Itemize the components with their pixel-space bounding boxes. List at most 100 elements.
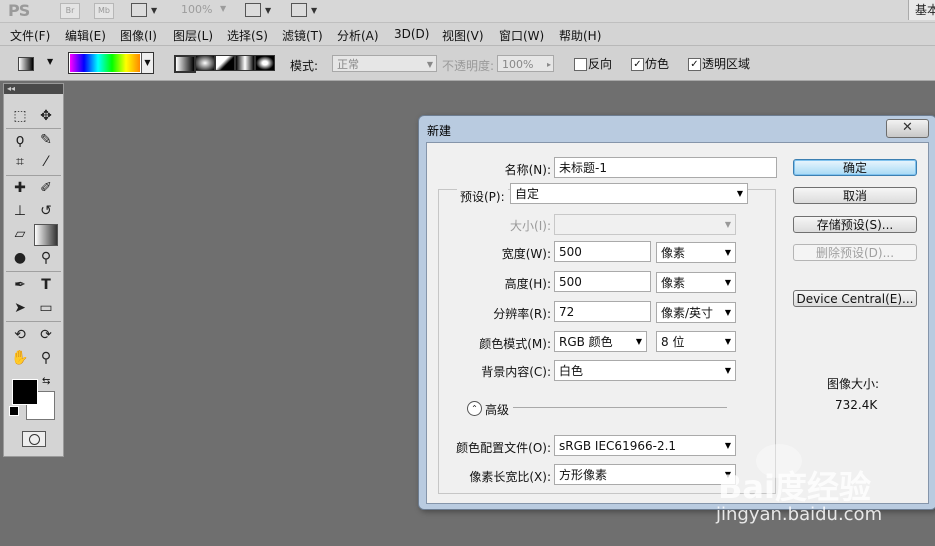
type-tool-icon[interactable]: T [36,275,56,295]
resolution-label: 分辨率(R): [493,307,551,321]
delete-preset-button[interactable]: 删除预设(D)... [793,244,917,261]
cancel-button[interactable]: 取消 [793,187,917,204]
gradient-picker[interactable]: ▼ [68,52,154,74]
color-mode-label: 颜色模式(M): [479,337,551,351]
dodge-tool-icon[interactable]: ⚲ [36,248,56,268]
chevron-down-icon: ▼ [724,337,731,346]
opacity-slider-icon[interactable]: ▸ [547,56,551,73]
chevron-down-icon: ▼ [724,366,731,375]
reverse-checkbox[interactable] [574,58,587,71]
menu-window[interactable]: 窗口(W) [499,27,544,44]
clone-stamp-tool-icon[interactable]: ⊥ [10,201,30,221]
path-selection-tool-icon[interactable]: ➤ [10,298,30,318]
arrange-documents-button[interactable]: ▼ [245,3,271,17]
watermark-logo-text: Bai度经验 [718,468,871,506]
width-unit-select[interactable]: 像素 ▼ [656,242,736,263]
screen-mode-button[interactable]: ▼ [291,3,317,17]
menu-bar: 文件(F) 编辑(E) 图像(I) 图层(L) 选择(S) 滤镜(T) 分析(A… [0,23,935,46]
menu-3d[interactable]: 3D(D) [394,27,429,41]
resolution-unit-select[interactable]: 像素/英寸 ▼ [656,302,736,323]
advanced-divider [513,407,727,408]
pixel-aspect-ratio-select[interactable]: 方形像素 ▼ [554,464,736,485]
default-colors-icon[interactable] [9,406,19,416]
marquee-tool-icon[interactable]: ⬚ [10,106,30,126]
gradient-dropdown-icon[interactable]: ▼ [141,53,153,73]
radial-gradient-button[interactable] [195,55,215,71]
pen-tool-icon[interactable]: ✒ [10,275,30,295]
opacity-label: 不透明度: [442,59,495,73]
color-profile-value: sRGB IEC61966-2.1 [559,439,677,453]
color-mode-select[interactable]: RGB 颜色 ▼ [554,331,647,352]
view-extras-button[interactable]: ▼ [131,3,157,17]
device-central-button[interactable]: Device Central(E)... [793,290,917,307]
menu-file[interactable]: 文件(F) [10,27,50,44]
lasso-tool-icon[interactable]: ϙ [10,130,30,150]
gradient-tool-icon[interactable] [34,224,58,246]
toolbox-collapse-icon[interactable]: ◂◂ [4,84,63,94]
color-profile-select[interactable]: sRGB IEC61966-2.1 ▼ [554,435,736,456]
menu-select[interactable]: 选择(S) [227,27,268,44]
linear-gradient-button[interactable] [174,55,196,73]
3d-orbit-tool-icon[interactable]: ⟳ [36,325,56,345]
eyedropper-tool-icon[interactable]: ⁄ [36,152,56,172]
watermark: Bai度经验 jingyan.baidu.com [716,442,926,532]
preset-select[interactable]: 自定 ▼ [510,183,748,204]
move-tool-icon[interactable]: ✥ [36,106,56,126]
menu-layer[interactable]: 图层(L) [173,27,213,44]
width-input[interactable]: 500 [554,241,651,262]
size-select[interactable]: ▼ [554,214,736,235]
resolution-unit-value: 像素/英寸 [661,306,714,320]
size-label: 大小(I): [510,219,551,233]
zoom-tool-icon[interactable]: ⚲ [36,348,56,368]
3d-rotate-tool-icon[interactable]: ⟲ [10,325,30,345]
name-label: 名称(N): [504,163,551,177]
resolution-input[interactable]: 72 [554,301,651,322]
quick-selection-tool-icon[interactable]: ✎ [36,130,56,150]
foreground-color-swatch[interactable] [12,379,38,405]
background-contents-value: 白色 [559,364,584,378]
eraser-tool-icon[interactable]: ▱ [10,224,30,244]
hand-tool-icon[interactable]: ✋ [10,348,30,368]
opacity-field[interactable]: 100% ▸ [497,55,554,72]
menu-image[interactable]: 图像(I) [120,27,157,44]
pixel-aspect-ratio-value: 方形像素 [559,468,608,482]
mini-bridge-button[interactable]: Mb [94,3,114,19]
blend-mode-select[interactable]: 正常 ▼ [332,55,437,72]
swap-colors-icon[interactable]: ⇆ [42,376,50,387]
diamond-gradient-button[interactable] [255,55,275,71]
dither-checkbox[interactable]: ✓ [631,58,644,71]
tool-preset-picker[interactable]: ▼ [12,54,53,72]
workspace-switcher[interactable]: 基本 [908,0,935,20]
save-preset-button[interactable]: 存储预设(S)... [793,216,917,233]
angle-gradient-button[interactable] [215,55,235,71]
menu-filter[interactable]: 滤镜(T) [282,27,323,44]
reflected-gradient-button[interactable] [235,55,255,71]
crop-tool-icon[interactable]: ⌗ [10,152,30,172]
advanced-toggle-icon[interactable]: ⌃ [467,401,482,416]
bridge-button[interactable]: Br [60,3,80,19]
blur-tool-icon[interactable]: ● [10,248,30,268]
menu-analysis[interactable]: 分析(A) [337,27,379,44]
quick-mask-button[interactable] [22,431,46,447]
history-brush-tool-icon[interactable]: ↺ [36,201,56,221]
height-unit-select[interactable]: 像素 ▼ [656,272,736,293]
close-icon[interactable]: ✕ [886,119,929,138]
background-contents-select[interactable]: 白色 ▼ [554,360,736,381]
menu-edit[interactable]: 编辑(E) [65,27,106,44]
zoom-level[interactable]: 100% [181,3,212,16]
healing-brush-tool-icon[interactable]: ✚ [10,178,30,198]
transparency-checkbox[interactable]: ✓ [688,58,701,71]
ok-button[interactable]: 确定 [793,159,917,176]
blend-mode-value: 正常 [337,58,359,71]
shape-tool-icon[interactable]: ▭ [36,298,56,318]
menu-help[interactable]: 帮助(H) [559,27,601,44]
zoom-dropdown-icon[interactable]: ▼ [220,4,226,13]
menu-view[interactable]: 视图(V) [442,27,484,44]
height-input[interactable]: 500 [554,271,651,292]
chevron-down-icon: ▼ [736,189,743,198]
brush-tool-icon[interactable]: ✐ [36,178,56,198]
advanced-label[interactable]: 高级 [485,401,509,418]
name-input[interactable]: 未标题-1 [554,157,777,178]
width-label: 宽度(W): [501,247,551,261]
bit-depth-select[interactable]: 8 位 ▼ [656,331,736,352]
